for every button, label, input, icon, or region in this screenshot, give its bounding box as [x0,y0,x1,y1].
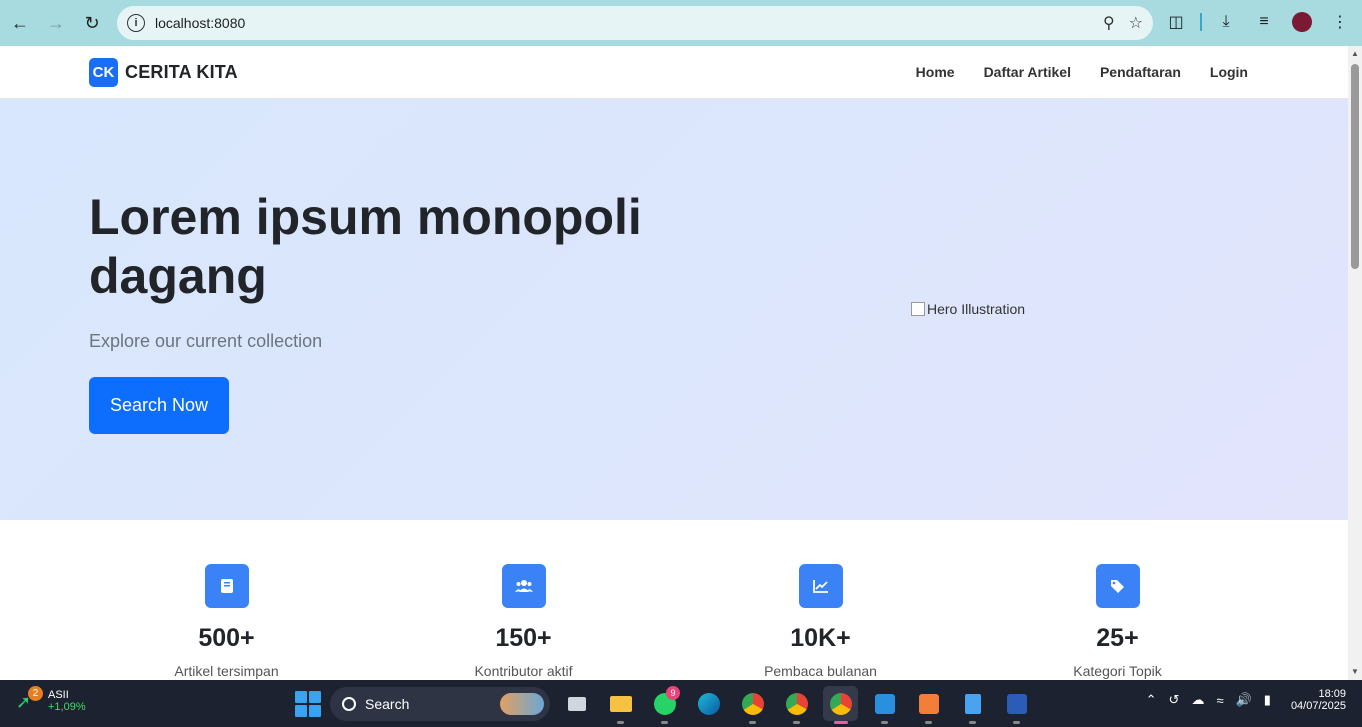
stats-row: 500+ Artikel tersimpan 150+ Kontributor … [0,520,1348,679]
clock[interactable]: 18:09 04/07/2025 [1291,688,1346,712]
stat-value: 10K+ [790,624,851,652]
scroll-up-icon[interactable]: ▲ [1350,49,1360,59]
profile-avatar[interactable] [1288,8,1316,36]
notepad-icon[interactable] [955,686,990,724]
battery-icon[interactable]: ▮ [1264,692,1271,708]
widget-badge: 2 [28,686,43,701]
brand-name[interactable]: CERITA KITA [125,62,238,83]
whatsapp-badge: 9 [666,686,680,700]
whatsapp-icon[interactable]: 9 [647,686,682,724]
widget-change: +1,09% [48,701,86,713]
system-tray: ⌃ ↺ ☁ ≈ 🔊 ▮ 18:09 04/07/2025 [1146,688,1346,712]
search-icon [342,696,356,711]
browser-toolbar: ← → ↻ i localhost:8080 ⚲ ☆ ◫ ⤓ ≡ ⋮ [0,0,1362,46]
onedrive-icon[interactable]: ☁ [1191,692,1204,708]
zoom-icon[interactable]: ⚲ [1103,13,1115,33]
chrome-profile-2-icon[interactable] [779,686,814,724]
taskbar-apps: Search 9 [295,686,1034,724]
taskbar: 2 ➚ ASII +1,09% Search 9 ⌃ ↺ ☁ ≈ 🔊 ▮ 18:… [0,680,1362,727]
toolbar-divider [1200,13,1202,31]
brand[interactable]: CK CERITA KITA [89,57,238,87]
stat-value: 500+ [198,624,255,652]
hero-title: Lorem ipsum monopoli dagang [89,189,642,304]
book-icon [204,564,249,608]
reload-icon[interactable]: ↻ [74,5,110,41]
back-icon[interactable]: ← [2,5,38,41]
stat-label: Kategori Topik [1073,663,1162,679]
page-scrollbar[interactable]: ▲ ▼ [1348,46,1362,680]
clock-date: 04/07/2025 [1290,700,1346,712]
stat-label: Kontributor aktif [474,663,573,679]
xampp-icon[interactable] [911,686,946,724]
volume-icon[interactable]: 🔊 [1236,692,1252,708]
sync-icon[interactable]: ↺ [1169,692,1180,708]
forward-icon[interactable]: → [38,5,74,41]
stat-item: 500+ Artikel tersimpan [78,520,375,679]
word-icon[interactable] [999,686,1034,724]
scrollbar-thumb[interactable] [1351,64,1359,269]
search-highlight-image [500,692,544,715]
hero-image-alt: Hero Illustration [927,301,1026,317]
hero-section: Lorem ipsum monopoli dagang Explore our … [0,99,1348,520]
extensions-icon[interactable]: ◫ [1162,8,1190,36]
file-explorer-icon[interactable] [603,686,638,724]
stat-item: 10K+ Pembaca bulanan [672,520,969,679]
edge-browser-icon[interactable] [691,686,726,721]
nav-link-home[interactable]: Home [916,64,955,80]
taskbar-search[interactable]: Search [330,686,550,721]
nav-link-login[interactable]: Login [1210,64,1248,80]
site-info-icon[interactable]: i [127,14,145,32]
menu-kebab-icon[interactable]: ⋮ [1326,8,1354,36]
stat-value: 150+ [495,624,552,652]
site-navbar: CK CERITA KITA Home Daftar Artikel Penda… [0,46,1348,99]
scroll-down-icon[interactable]: ▼ [1350,667,1360,677]
stock-widget[interactable]: 2 ➚ ASII +1,09% [16,686,86,716]
download-icon[interactable]: ⤓ [1212,8,1240,36]
clock-time: 18:09 [1318,688,1346,700]
users-icon [501,564,546,608]
nav-menu: Home Daftar Artikel Pendaftaran Login [916,64,1248,80]
vscode-icon[interactable] [867,686,902,724]
stat-item: 150+ Kontributor aktif [375,520,672,679]
chrome-profile-1-icon[interactable] [735,686,770,724]
address-bar[interactable]: i localhost:8080 ⚲ ☆ [117,6,1153,40]
chrome-active-icon[interactable] [823,686,858,724]
nav-link-pendaftaran[interactable]: Pendaftaran [1100,64,1181,80]
search-now-button[interactable]: Search Now [89,377,229,434]
chart-line-icon [798,564,843,608]
windows-start-icon[interactable] [295,690,321,717]
stat-label: Pembaca bulanan [764,663,877,679]
page-viewport: CK CERITA KITA Home Daftar Artikel Penda… [0,46,1348,680]
hero-illustration: Hero Illustration [911,301,1025,317]
taskbar-search-label: Search [365,695,410,712]
widget-title: ASII [48,689,69,701]
brand-logo[interactable]: CK [89,57,118,87]
stat-label: Artikel tersimpan [174,663,279,679]
url-text[interactable]: localhost:8080 [155,15,245,31]
media-control-icon[interactable]: ≡ [1250,8,1278,36]
hero-subtitle: Explore our current collection [89,331,323,351]
broken-image-icon [911,302,925,316]
stat-value: 25+ [1096,624,1139,652]
stat-item: 25+ Kategori Topik [969,520,1266,679]
nav-link-daftar-artikel[interactable]: Daftar Artikel [984,64,1071,80]
chevron-up-icon[interactable]: ⌃ [1146,692,1157,708]
tags-icon [1095,564,1140,608]
wifi-icon[interactable]: ≈ [1216,693,1223,708]
bookmark-star-icon[interactable]: ☆ [1129,13,1143,33]
task-view-icon[interactable] [559,686,594,721]
